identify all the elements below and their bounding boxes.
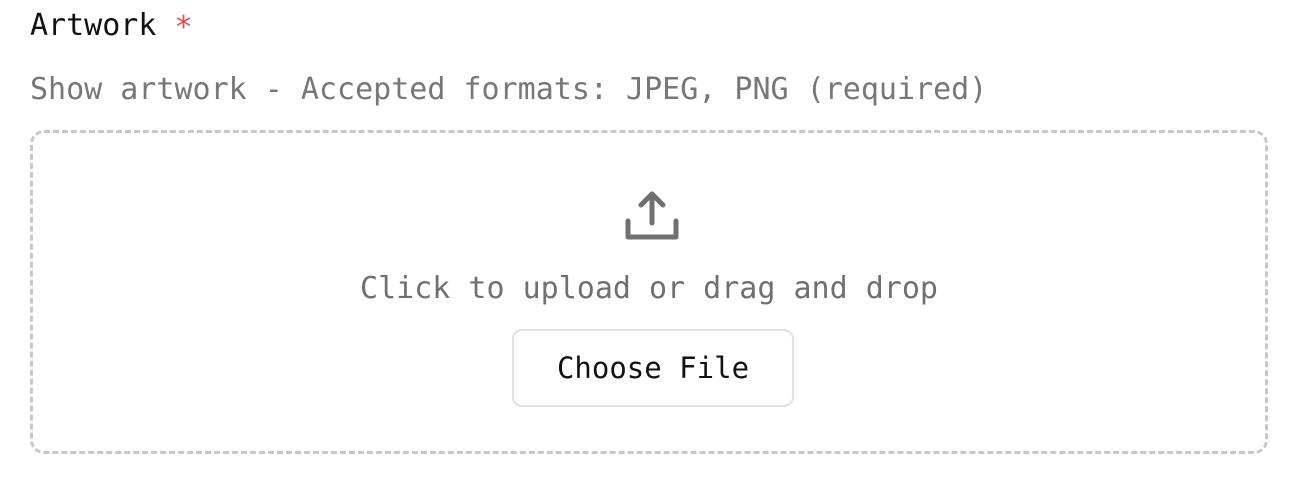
choose-file-button[interactable]: Choose File	[512, 329, 794, 407]
field-help-text: Show artwork - Accepted formats: JPEG, P…	[30, 72, 988, 107]
file-dropzone[interactable]: Click to upload or drag and drop Choose …	[30, 130, 1268, 454]
field-label: Artwork *	[30, 8, 193, 43]
required-asterisk: *	[174, 9, 193, 45]
field-label-text: Artwork	[30, 8, 157, 43]
upload-icon	[622, 187, 682, 247]
dropzone-instruction: Click to upload or drag and drop	[360, 271, 938, 306]
